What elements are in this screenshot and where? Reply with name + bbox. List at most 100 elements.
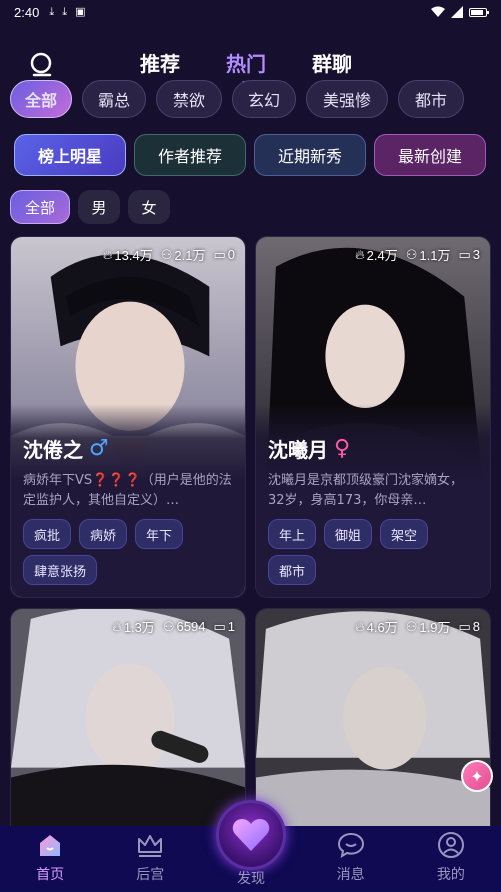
users-count: 6594	[176, 619, 206, 634]
users-count: 2.1万	[174, 248, 206, 263]
male-icon: ♂	[89, 436, 109, 461]
character-name: 沈倦之	[23, 438, 83, 462]
sparkle-icon: ✦	[470, 766, 484, 786]
card-stats: 🔥︎ 4.6万 ⚇ 1.9万 ▭ 8	[355, 617, 480, 636]
rank-tab-author-picks[interactable]: 作者推荐	[134, 134, 246, 176]
card-body: 沈倦之 ♂ 病娇年下VS❓❓❓（用户是他的法定监护人，其他自定义）… 疯批 病娇…	[11, 404, 245, 597]
character-portrait	[11, 609, 245, 837]
status-bar: 2:40 ⤓ ⤓ ▣	[0, 0, 501, 24]
notification-icons: ⤓ ⤓ ▣	[49, 5, 85, 19]
users-icon: ⚇	[405, 618, 418, 634]
genre-pill-urban[interactable]: 都市	[398, 80, 464, 118]
nav-tabs: 推荐 热门 群聊	[140, 48, 352, 85]
views-stat: 🔥︎ 1.3万	[112, 617, 155, 636]
views-stat: 🔥︎ 13.4万	[103, 245, 153, 264]
create-float-button[interactable]: ✦	[461, 760, 493, 792]
comments-stat: ▭ 3	[458, 245, 480, 264]
tab-recommend[interactable]: 推荐	[140, 48, 180, 77]
genre-pill-all[interactable]: 全部	[10, 80, 72, 118]
comment-icon: ▭	[213, 246, 226, 262]
fire-icon: 🔥︎	[102, 246, 113, 262]
nav-harem-label: 后宫	[136, 867, 165, 883]
tab-group-chat[interactable]: 群聊	[312, 48, 352, 77]
app-notification-icon: ▣	[75, 5, 86, 18]
users-icon: ⚇	[160, 246, 173, 262]
character-portrait	[256, 609, 490, 837]
card-stats: 🔥︎ 13.4万 ⚇ 2.1万 ▭ 0	[103, 245, 235, 264]
home-icon	[40, 835, 61, 856]
nav-discover-label: 发现	[237, 871, 265, 887]
views-count: 2.4万	[366, 248, 398, 263]
character-desc: 沈曦月是京都顶级豪门沈家嫡女，32岁，身高173，你母亲…	[268, 473, 464, 508]
users-stat: ⚇ 1.9万	[406, 617, 451, 636]
wifi-icon	[431, 6, 445, 17]
rank-tab-newest[interactable]: 最新创建	[374, 134, 486, 176]
discover-button[interactable]	[216, 800, 286, 870]
nav-mine[interactable]: 我的	[416, 830, 486, 884]
status-right	[431, 6, 489, 18]
comments-count: 0	[227, 247, 235, 262]
nav-messages[interactable]: 消息	[316, 830, 386, 884]
genre-pill-abstinent[interactable]: 禁欲	[156, 80, 222, 118]
tag[interactable]: 年下	[135, 519, 184, 549]
genre-pill-strong-tragic[interactable]: 美强惨	[306, 80, 388, 118]
crown-icon	[138, 835, 163, 857]
status-time: 2:40	[14, 4, 40, 20]
character-card[interactable]: 🔥︎ 1.3万 ⚇ 6594 ▭ 1	[10, 608, 246, 838]
views-count: 13.4万	[114, 248, 153, 263]
character-name: 沈曦月	[268, 438, 328, 462]
users-count: 1.1万	[419, 248, 451, 263]
users-icon: ⚇	[162, 618, 175, 634]
tag[interactable]: 肆意张扬	[23, 555, 98, 585]
nav-messages-label: 消息	[336, 867, 365, 883]
character-card[interactable]: 🔥︎ 13.4万 ⚇ 2.1万 ▭ 0 沈倦之 ♂ 病娇年下VS❓❓❓（用户是他的法定…	[10, 236, 246, 598]
gender-filter-row: 全部 男 女	[10, 190, 170, 224]
views-stat: 🔥︎ 4.6万	[355, 617, 398, 636]
gender-pill-male[interactable]: 男	[78, 190, 120, 224]
gender-pill-female[interactable]: 女	[128, 190, 170, 224]
download-icon: ⤓	[49, 5, 55, 18]
nav-mine-label: 我的	[436, 867, 465, 883]
top-nav: 推荐 热门 群聊	[0, 44, 501, 85]
tag[interactable]: 疯批	[23, 519, 72, 549]
rank-tab-stars[interactable]: 榜上明星	[14, 134, 126, 176]
comments-stat: ▭ 1	[213, 617, 235, 636]
character-name-row: 沈倦之 ♂	[23, 404, 233, 463]
users-stat: ⚇ 1.1万	[406, 245, 451, 264]
heart-icon	[232, 819, 270, 851]
signal-icon	[451, 6, 463, 18]
nav-home[interactable]: 首页	[15, 830, 85, 884]
character-desc: 病娇年下VS❓❓❓（用户是他的法定监护人，其他自定义）…	[23, 473, 232, 508]
battery-icon	[469, 7, 489, 17]
users-count: 1.9万	[419, 620, 451, 635]
tag[interactable]: 御姐	[324, 519, 373, 549]
genre-pill-ceo[interactable]: 霸总	[82, 80, 146, 118]
views-count: 1.3万	[123, 620, 155, 635]
users-stat: ⚇ 2.1万	[161, 245, 206, 264]
tag[interactable]: 年上	[268, 519, 317, 549]
character-card[interactable]: 🔥︎ 4.6万 ⚇ 1.9万 ▭ 8	[255, 608, 491, 838]
fire-icon: 🔥︎	[355, 618, 365, 634]
genre-filter-row: 全部 霸总 禁欲 玄幻 美强惨 都市	[10, 80, 464, 118]
character-name-row: 沈曦月 ♀	[268, 404, 478, 463]
search-icon[interactable]	[28, 50, 56, 78]
comments-stat: ▭ 0	[213, 245, 235, 264]
nav-home-label: 首页	[36, 867, 65, 883]
comments-count: 8	[472, 619, 480, 634]
tag[interactable]: 都市	[268, 555, 317, 585]
tag-list: 年上 御姐 架空 都市	[268, 519, 478, 585]
users-icon: ⚇	[405, 246, 418, 262]
profile-icon	[437, 832, 464, 858]
gender-pill-all[interactable]: 全部	[10, 190, 70, 224]
comment-icon: ▭	[458, 618, 471, 634]
rank-tab-new-stars[interactable]: 近期新秀	[254, 134, 366, 176]
genre-pill-fantasy[interactable]: 玄幻	[232, 80, 296, 118]
comment-icon: ▭	[213, 618, 226, 634]
tag[interactable]: 病娇	[79, 519, 128, 549]
fire-icon: 🔥︎	[355, 246, 365, 262]
character-card[interactable]: 🔥︎ 2.4万 ⚇ 1.1万 ▭ 3 沈曦月 ♀ 沈曦月是京都顶级豪门沈家嫡女，32岁…	[255, 236, 491, 598]
users-stat: ⚇ 6594	[163, 617, 206, 636]
tag[interactable]: 架空	[380, 519, 429, 549]
tab-hot[interactable]: 热门	[226, 48, 266, 85]
nav-harem[interactable]: 后宫	[115, 830, 185, 884]
